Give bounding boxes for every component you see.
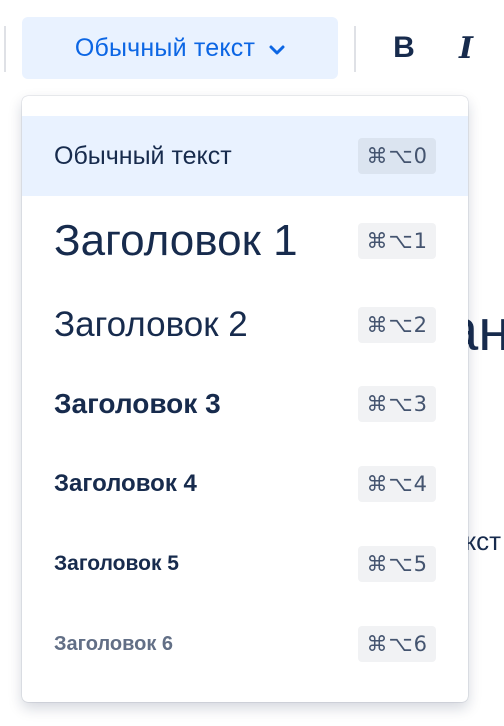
menu-item-label: Заголовок 5	[54, 552, 179, 575]
keyboard-shortcut: ⌘⌥2	[358, 307, 436, 343]
bold-button[interactable]: B	[378, 22, 430, 74]
menu-item-heading-1[interactable]: Заголовок 1 ⌘⌥1	[22, 201, 468, 281]
text-style-dropdown-button[interactable]: Обычный текст	[22, 17, 338, 79]
keyboard-shortcut: ⌘⌥1	[358, 223, 436, 259]
menu-item-heading-5[interactable]: Заголовок 5 ⌘⌥5	[22, 524, 468, 604]
menu-item-label: Заголовок 3	[54, 388, 221, 419]
menu-item-normal-text[interactable]: Обычный текст ⌘⌥0	[22, 116, 468, 196]
editor-toolbar: Обычный текст B I	[0, 0, 504, 96]
italic-icon: I	[458, 30, 474, 66]
bold-icon: B	[393, 31, 415, 64]
keyboard-shortcut: ⌘⌥5	[358, 546, 436, 582]
keyboard-shortcut: ⌘⌥4	[358, 466, 436, 502]
italic-button[interactable]: I	[440, 22, 492, 74]
menu-item-heading-6[interactable]: Заголовок 6 ⌘⌥6	[22, 604, 468, 684]
chevron-down-icon	[269, 45, 285, 54]
keyboard-shortcut: ⌘⌥6	[358, 626, 436, 662]
toolbar-divider	[4, 26, 6, 72]
menu-item-heading-3[interactable]: Заголовок 3 ⌘⌥3	[22, 364, 468, 444]
keyboard-shortcut: ⌘⌥3	[358, 386, 436, 422]
menu-item-label: Обычный текст	[54, 141, 232, 170]
toolbar-divider	[354, 26, 356, 72]
menu-item-heading-2[interactable]: Заголовок 2 ⌘⌥2	[22, 285, 468, 365]
menu-item-label: Заголовок 1	[54, 216, 298, 265]
keyboard-shortcut: ⌘⌥0	[358, 138, 436, 174]
menu-item-heading-4[interactable]: Заголовок 4 ⌘⌥4	[22, 444, 468, 524]
text-style-dropdown-label: Обычный текст	[74, 33, 256, 62]
text-style-menu: Обычный текст ⌘⌥0 Заголовок 1 ⌘⌥1 Заголо…	[22, 96, 468, 702]
menu-item-label: Заголовок 6	[54, 632, 174, 655]
menu-item-label: Заголовок 2	[54, 305, 248, 344]
menu-item-label: Заголовок 4	[54, 470, 197, 497]
